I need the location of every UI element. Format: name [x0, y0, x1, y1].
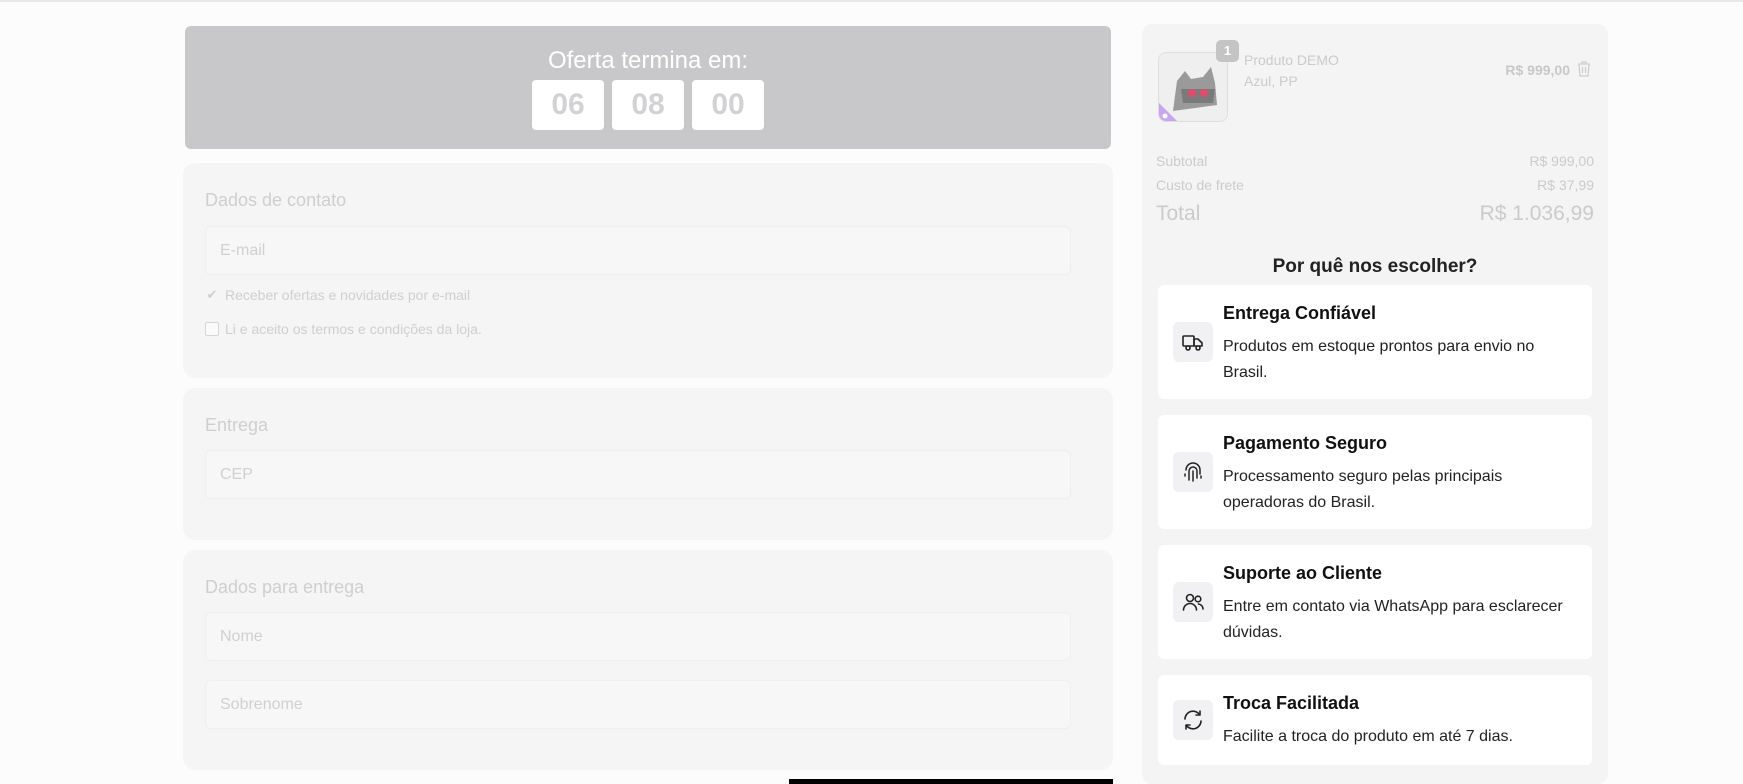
benefit-text: Entre em contato via WhatsApp para escla…: [1223, 598, 1563, 641]
terms-label: Li e aceito os termos e condições da loj…: [225, 321, 482, 337]
newsletter-option[interactable]: ✔ Receber ofertas e novidades por e-mail: [205, 287, 471, 303]
quantity-badge: 1: [1216, 40, 1239, 62]
countdown-minutes: 08: [612, 80, 684, 130]
benefit-title: Entrega Confiável: [1223, 303, 1377, 323]
contact-section-title: Dados de contato: [205, 190, 347, 210]
order-summary: 1 Produto DEMO Azul, PP R$ 999,00 Subtot…: [1142, 24, 1608, 784]
delivery-section: Entrega CEP: [183, 388, 1113, 540]
countdown-seconds: 00: [692, 80, 764, 130]
terms-checkbox[interactable]: [205, 322, 219, 336]
benefit-text: Facilite a troca do produto em até 7 dia…: [1223, 728, 1513, 745]
total-value: R$ 1.036,99: [1479, 202, 1594, 225]
product-variant: Azul, PP: [1244, 73, 1298, 89]
benefit-card-payment: Pagamento Seguro Processamento seguro pe…: [1158, 415, 1592, 529]
subtotal-label: Subtotal: [1156, 153, 1208, 169]
top-divider: [0, 0, 1743, 2]
product-price: R$ 999,00: [1505, 62, 1570, 78]
benefit-title: Troca Facilitada: [1223, 693, 1360, 713]
benefit-text: Produtos em estoque prontos para envio n…: [1223, 338, 1535, 381]
contact-section: Dados de contato E-mail ✔ Receber oferta…: [183, 163, 1113, 378]
terms-option[interactable]: Li e aceito os termos e condições da loj…: [205, 321, 482, 337]
shipping-data-section: Dados para entrega Nome Sobrenome: [183, 550, 1113, 770]
offer-countdown-banner: Oferta termina em: 06 08 00: [185, 26, 1111, 149]
trash-icon[interactable]: [1576, 60, 1592, 78]
email-input[interactable]: E-mail: [205, 226, 1071, 275]
cep-input[interactable]: CEP: [205, 450, 1071, 499]
surname-input[interactable]: Sobrenome: [205, 680, 1071, 729]
total-label: Total: [1156, 202, 1201, 225]
subtotal-row: Subtotal R$ 999,00: [1156, 153, 1594, 169]
total-row: Total R$ 1.036,99: [1156, 202, 1594, 226]
countdown-title: Oferta termina em:: [547, 47, 749, 74]
benefit-title: Suporte ao Cliente: [1223, 563, 1383, 583]
shipping-cost-value: R$ 37,99: [1537, 177, 1594, 193]
benefit-text: Processamento seguro pelas principais op…: [1223, 468, 1503, 511]
countdown-boxes: 06 08 00: [185, 80, 1111, 130]
refresh-icon: [1173, 700, 1213, 740]
checkmark-icon[interactable]: ✔: [205, 287, 219, 303]
product-image: [1158, 52, 1228, 122]
product-name: Produto DEMO: [1244, 52, 1339, 68]
name-input[interactable]: Nome: [205, 612, 1071, 661]
countdown-hours: 06: [532, 80, 604, 130]
benefit-card-exchange: Troca Facilitada Facilite a troca do pro…: [1158, 675, 1592, 765]
benefit-card-delivery: Entrega Confiável Produtos em estoque pr…: [1158, 285, 1592, 399]
delivery-section-title: Entrega: [205, 415, 269, 435]
why-choose-us-title: Por quê nos escolher?: [1272, 256, 1478, 277]
benefit-title: Pagamento Seguro: [1223, 433, 1388, 453]
truck-icon: [1173, 322, 1213, 362]
fingerprint-icon: [1173, 452, 1213, 492]
shipping-data-title: Dados para entrega: [205, 577, 365, 597]
benefit-card-support: Suporte ao Cliente Entre em contato via …: [1158, 545, 1592, 659]
submit-button-edge[interactable]: [789, 779, 1113, 784]
subtotal-value: R$ 999,00: [1529, 153, 1594, 169]
newsletter-label: Receber ofertas e novidades por e-mail: [225, 287, 471, 303]
shipping-cost-label: Custo de frete: [1156, 177, 1244, 193]
shipping-cost-row: Custo de frete R$ 37,99: [1156, 177, 1594, 193]
users-icon: [1173, 582, 1213, 622]
